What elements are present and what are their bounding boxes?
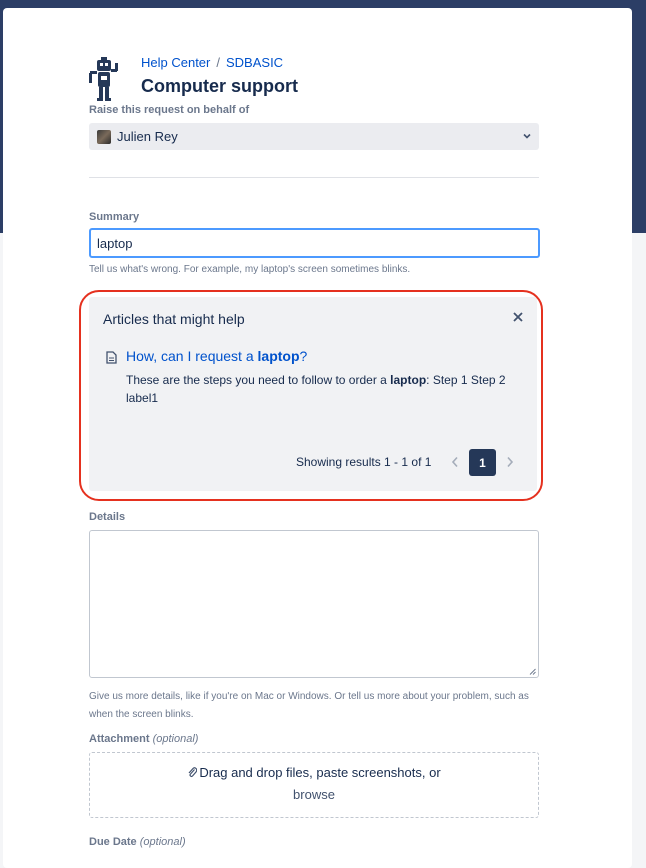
close-icon[interactable]	[512, 311, 524, 323]
resize-handle-icon[interactable]	[529, 668, 536, 675]
on-behalf-select[interactable]: Julien Rey	[89, 123, 539, 150]
avatar	[97, 129, 111, 144]
articles-title: Articles that might help	[103, 311, 245, 327]
attachment-label: Attachment (optional)	[89, 733, 198, 745]
due-date-optional: (optional)	[139, 836, 186, 848]
attachment-label-text: Attachment	[89, 733, 150, 745]
attachment-dropzone[interactable]: Drag and drop files, paste screenshots, …	[89, 752, 539, 818]
summary-help-text: Tell us what's wrong. For example, my la…	[89, 264, 411, 275]
selected-user: Julien Rey	[117, 129, 178, 144]
breadcrumb: Help Center / SDBASIC	[141, 55, 283, 70]
details-help-text: Give us more details, like if you're on …	[89, 691, 529, 720]
page-button[interactable]: 1	[469, 449, 496, 476]
article-link[interactable]: How, can I request a laptop?	[126, 348, 307, 364]
paperclip-icon	[188, 767, 198, 778]
dropzone-text: Drag and drop files, paste screenshots, …	[199, 765, 441, 780]
article-snippet: These are the steps you need to follow t…	[126, 371, 516, 407]
articles-panel: Articles that might help How, can I requ…	[89, 297, 537, 491]
details-textarea[interactable]	[89, 530, 539, 678]
results-count: Showing results 1 - 1 of 1	[296, 455, 432, 469]
snippet-text: These are the steps you need to follow t…	[126, 373, 391, 387]
attachment-optional: (optional)	[152, 733, 199, 745]
chevron-left-icon[interactable]	[450, 456, 460, 468]
browse-link[interactable]: browse	[90, 787, 538, 802]
divider	[89, 177, 539, 178]
details-label: Details	[89, 511, 126, 523]
due-date-label: Due Date (optional)	[89, 836, 186, 848]
article-title-text: How, can I request a	[126, 348, 258, 364]
robot-logo-icon	[89, 57, 118, 101]
breadcrumb-separator: /	[216, 55, 220, 70]
breadcrumb-help-center[interactable]: Help Center	[141, 55, 210, 70]
chevron-right-icon[interactable]	[505, 456, 515, 468]
summary-label: Summary	[89, 211, 140, 223]
document-icon	[106, 351, 117, 364]
snippet-keyword: laptop	[390, 373, 427, 387]
article-title-suffix: ?	[299, 348, 308, 364]
on-behalf-label: Raise this request on behalf of	[89, 104, 250, 116]
chevron-down-icon	[523, 133, 531, 139]
breadcrumb-project[interactable]: SDBASIC	[226, 55, 283, 70]
article-title-keyword: laptop	[257, 348, 300, 364]
dropzone-text-line: Drag and drop files, paste screenshots, …	[90, 765, 538, 780]
page-title: Computer support	[141, 76, 298, 96]
due-date-label-text: Due Date	[89, 836, 137, 848]
summary-input[interactable]	[89, 228, 540, 258]
